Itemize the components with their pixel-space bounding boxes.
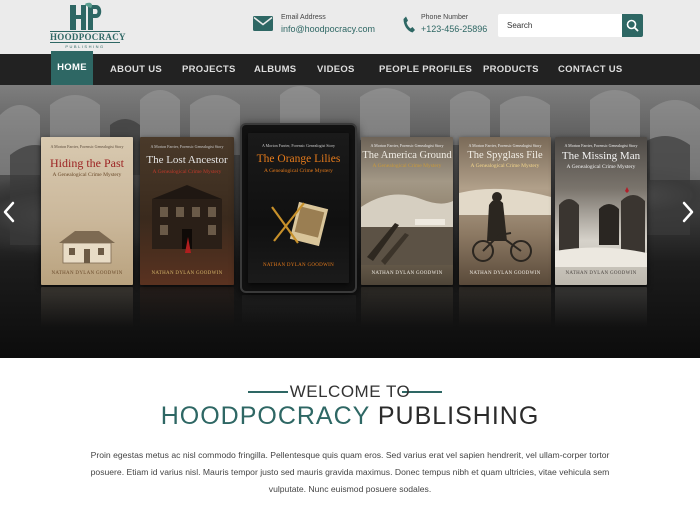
nav-item-contact-us[interactable]: CONTACT US <box>558 54 623 85</box>
envelope-icon <box>253 16 273 31</box>
book-author: NATHAN DYLAN GOODWIN <box>565 271 637 276</box>
hero-slider: A Morton Farrier, Forensic Genealogist S… <box>0 85 700 358</box>
phone-link[interactable]: +123-456-25896 <box>421 24 487 34</box>
book-cover-the-orange-lilies[interactable]: A Morton Farrier, Forensic Genealogist S… <box>248 133 349 283</box>
book-cover-the-missing-man[interactable]: A Morton Farrier, Forensic Genealogist S… <box>555 137 647 285</box>
nav-item-products[interactable]: PRODUCTS <box>483 54 539 85</box>
book-author: NATHAN DYLAN GOODWIN <box>51 271 123 276</box>
book-blurb: A Morton Farrier, Forensic Genealogist S… <box>262 143 335 148</box>
search-box <box>498 14 643 37</box>
logo-monogram-icon <box>70 2 102 30</box>
book-cover-hiding-the-past[interactable]: A Morton Farrier, Forensic Genealogist S… <box>41 137 133 285</box>
book-subtitle: A Genealogical Crime Mystery <box>372 163 442 169</box>
book-author: NATHAN DYLAN GOODWIN <box>371 271 443 276</box>
book-subtitle: A Genealogical Crime Mystery <box>470 163 540 169</box>
book-title: The Orange Lilies <box>256 153 341 165</box>
contact-phone: Phone Number +123-456-25896 <box>403 12 498 40</box>
phone-label: Phone Number <box>421 14 469 21</box>
nav-item-projects[interactable]: PROJECTS <box>182 54 236 85</box>
book-title: The Spyglass File <box>467 150 543 161</box>
email-label: Email Address <box>281 14 326 21</box>
book-reflection <box>555 287 647 327</box>
photo-and-pen-illustration <box>271 201 329 247</box>
book-cover-the-spyglass-file[interactable]: A Morton Farrier, Forensic Genealogist S… <box>459 137 551 285</box>
woman-with-bicycle-illustration <box>459 188 551 262</box>
welcome-paragraph: Proin egestas metus ac nisl commodo frin… <box>90 450 610 494</box>
site-logo[interactable]: HOODPOCRACY PUBLISHING <box>50 2 126 50</box>
book-subtitle: A Genealogical Crime Mystery <box>566 164 636 170</box>
email-link[interactable]: info@hoodpocracy.com <box>281 24 375 34</box>
cottage-illustration <box>59 231 115 264</box>
brand-title-part1: HOODPOCRACY <box>160 402 370 430</box>
nav-item-home[interactable]: HOME <box>51 51 93 85</box>
logo-tagline: PUBLISHING <box>65 44 105 49</box>
book-reflection <box>459 287 551 327</box>
chevron-right-icon[interactable] <box>680 200 696 224</box>
book-blurb: A Morton Farrier, Forensic Genealogist S… <box>564 143 638 148</box>
phone-icon <box>403 16 415 33</box>
book-author: NATHAN DYLAN GOODWIN <box>263 263 334 268</box>
search-button[interactable] <box>622 14 643 37</box>
mansion-illustration <box>152 185 222 253</box>
book-title: The Missing Man <box>561 150 641 162</box>
brand-title-part2: PUBLISHING <box>377 402 540 430</box>
book-author: NATHAN DYLAN GOODWIN <box>151 271 223 276</box>
book-cover-the-america-ground[interactable]: A Morton Farrier, Forensic Genealogist S… <box>361 137 453 285</box>
book-blurb: A Morton Farrier, Forensic Genealogist S… <box>150 144 224 149</box>
book-subtitle: A Genealogical Crime Mystery <box>152 169 222 175</box>
book-blurb: A Morton Farrier, Forensic Genealogist S… <box>370 143 444 148</box>
logo-name: HOODPOCRACY <box>50 31 126 43</box>
book-reflection <box>41 287 133 327</box>
book-author: NATHAN DYLAN GOODWIN <box>469 271 541 276</box>
contact-email: Email Address info@hoodpocracy.com <box>253 12 388 40</box>
book-reflection <box>140 287 234 327</box>
book-blurb: A Morton Farrier, Forensic Genealogist S… <box>468 143 542 148</box>
book-subtitle: A Genealogical Crime Mystery <box>52 172 122 178</box>
book-reflection <box>361 287 453 327</box>
book-title: The Lost Ancestor <box>146 154 228 166</box>
welcome-heading: WELCOME TO <box>289 382 411 401</box>
seaside-illustration <box>361 194 453 265</box>
book-title: Hiding the Past <box>50 156 124 170</box>
search-icon <box>626 19 639 32</box>
nav-item-videos[interactable]: VIDEOS <box>317 54 355 85</box>
welcome-brand-title: HOODPOCRACY PUBLISHING <box>0 402 700 431</box>
book-cover-the-lost-ancestor[interactable]: A Morton Farrier, Forensic Genealogist S… <box>140 137 234 285</box>
nav-item-albums[interactable]: ALBUMS <box>254 54 296 85</box>
nav-item-people-profiles[interactable]: PEOPLE PROFILES <box>379 54 472 85</box>
main-nav: HOME ABOUT US PROJECTS ALBUMS VIDEOS PEO… <box>0 51 700 85</box>
tablet-reflection <box>242 295 356 325</box>
snowy-graveyard-illustration <box>555 187 647 267</box>
search-input[interactable] <box>498 14 622 37</box>
chevron-left-icon[interactable] <box>1 200 17 224</box>
nav-item-about-us[interactable]: ABOUT US <box>110 54 162 85</box>
book-title: The America Ground <box>362 150 452 161</box>
book-blurb: A Morton Farrier, Forensic Genealogist S… <box>50 144 124 149</box>
book-subtitle: A Genealogical Crime Mystery <box>264 168 333 174</box>
site-header: HOODPOCRACY PUBLISHING Email Address inf… <box>0 0 700 54</box>
